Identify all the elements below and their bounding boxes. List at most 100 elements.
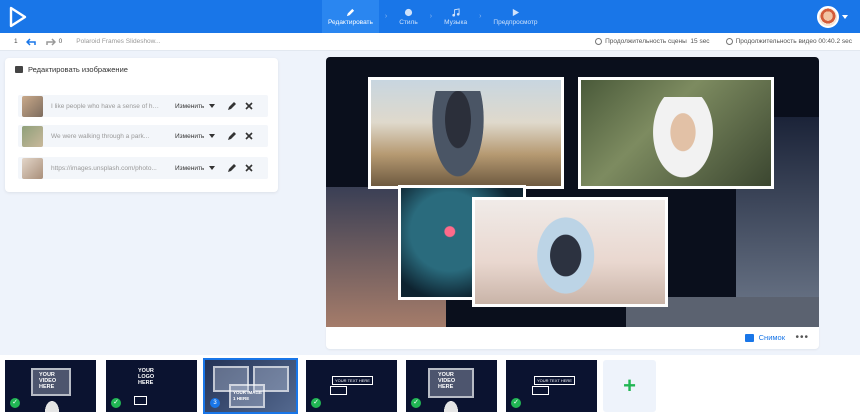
scene-thumbnail[interactable]: YOUR LOGO HERE ✓ — [106, 360, 197, 412]
slide-tagline — [134, 396, 147, 405]
photo-subject — [428, 91, 488, 186]
polaroid-frame — [578, 77, 774, 189]
app-logo-icon[interactable] — [8, 6, 28, 28]
check-icon: ✓ — [10, 398, 20, 408]
image-thumbnail[interactable] — [22, 157, 43, 179]
slide-tagline — [330, 386, 348, 395]
top-navbar: Редактировать › Стиль › Музыка › Предпро… — [0, 0, 860, 33]
scene-counter: 1 — [14, 38, 18, 45]
step-style-label: Стиль — [399, 18, 418, 26]
video-duration-value: 00:40.2 sec — [818, 38, 852, 46]
edit-icon[interactable] — [227, 101, 237, 111]
check-icon: ✓ — [511, 398, 521, 408]
add-scene-button[interactable]: + — [603, 360, 656, 412]
scene-thumbnail[interactable]: YOUR VIDEO HERE ✓ — [5, 360, 96, 412]
step-preview[interactable]: Предпросмотр — [487, 0, 543, 33]
image-icon — [744, 333, 754, 342]
pencil-icon — [346, 8, 355, 16]
slide-tagline — [532, 386, 550, 395]
step-music-label: Музыка — [444, 18, 468, 26]
undo-button[interactable] — [25, 37, 36, 46]
step-preview-label: Предпросмотр — [493, 18, 538, 26]
video-preview[interactable] — [326, 57, 819, 327]
change-button[interactable]: Изменить — [175, 103, 204, 110]
close-icon[interactable] — [244, 163, 254, 173]
scene-thumbnail[interactable]: YOUR TEXT HERE ✓ — [506, 360, 597, 412]
palette-icon — [404, 8, 413, 16]
polaroid-frame — [472, 197, 668, 307]
step-separator-icon: › — [429, 13, 433, 20]
redo-count: 0 — [58, 38, 63, 45]
video-duration: Продолжительность видео 00:40.2 sec — [725, 38, 852, 46]
chevron-down-icon[interactable] — [209, 104, 216, 108]
step-edit[interactable]: Редактировать — [322, 0, 379, 33]
slide-label: YOUR TEXT HERE — [534, 376, 575, 385]
slide-label: YOUR TEXT HERE — [332, 376, 373, 385]
photo-subject — [648, 97, 718, 185]
building-image — [442, 398, 460, 412]
slide-label: YOUR VIDEO HERE — [39, 372, 57, 390]
duration-info: Продолжительность сцены 15 sec Продолжит… — [595, 33, 852, 51]
scene-duration: Продолжительность сцены 15 sec — [595, 38, 710, 46]
preview-footer: Снимок ••• — [326, 327, 819, 349]
edit-image-panel: Редактировать изображение I like people … — [5, 58, 278, 192]
building-image — [43, 398, 61, 412]
clock-icon — [725, 38, 733, 46]
check-icon: ✓ — [411, 398, 421, 408]
panel-title: Редактировать изображение — [28, 65, 128, 74]
photo-subject — [536, 207, 602, 304]
step-style[interactable]: Стиль — [393, 0, 423, 33]
play-icon — [512, 8, 520, 16]
scene-duration-label: Продолжительность сцены — [605, 38, 687, 46]
image-thumbnail[interactable] — [22, 95, 43, 117]
more-options-icon[interactable]: ••• — [795, 332, 809, 343]
scene-thumbnail[interactable]: YOUR VIDEO HERE ✓ — [406, 360, 497, 412]
chevron-down-icon[interactable] — [209, 134, 216, 138]
image-row: We were walking through a park... Измени… — [18, 125, 268, 147]
close-icon[interactable] — [244, 101, 254, 111]
image-caption[interactable]: https://images.unsplash.com/photo... — [51, 165, 161, 172]
image-row: I like people who have a sense of humor.… — [18, 95, 268, 117]
music-icon — [452, 7, 460, 17]
step-edit-label: Редактировать — [328, 18, 373, 26]
undo-icon — [25, 37, 36, 46]
edit-icon[interactable] — [227, 131, 237, 141]
scene-number-badge: 3 — [210, 398, 220, 408]
image-row: https://images.unsplash.com/photo... Изм… — [18, 157, 268, 179]
image-icon — [15, 66, 23, 73]
scene-thumbnail[interactable]: YOUR TEXT HERE ✓ — [306, 360, 397, 412]
step-separator-icon: › — [384, 13, 388, 20]
close-icon[interactable] — [244, 131, 254, 141]
slide-label: YOUR IMAGE 1 HERE — [233, 390, 263, 401]
slide-label: YOUR VIDEO HERE — [438, 372, 456, 390]
polaroid-frame — [368, 77, 564, 189]
scene-filmstrip: YOUR VIDEO HERE ✓ YOUR LOGO HERE ✓ YOUR … — [0, 355, 860, 419]
check-icon: ✓ — [311, 398, 321, 408]
image-caption[interactable]: I like people who have a sense of humor.… — [51, 103, 161, 110]
snapshot-label: Снимок — [758, 333, 785, 342]
image-caption[interactable]: We were walking through a park... — [51, 133, 161, 140]
video-duration-label: Продолжительность видео — [735, 38, 817, 46]
change-button[interactable]: Изменить — [175, 133, 204, 140]
chevron-down-icon — [842, 15, 848, 19]
panel-header: Редактировать изображение — [15, 65, 128, 74]
slide-label: YOUR LOGO HERE — [138, 368, 155, 386]
clock-icon — [595, 38, 603, 46]
chevron-down-icon[interactable] — [209, 166, 216, 170]
snapshot-button[interactable]: Снимок — [744, 333, 785, 342]
edit-icon[interactable] — [227, 163, 237, 173]
scene-duration-value: 15 sec — [690, 38, 710, 46]
wizard-steps: Редактировать › Стиль › Музыка › Предпро… — [322, 0, 544, 33]
image-thumbnail[interactable] — [22, 125, 43, 147]
step-music[interactable]: Музыка — [438, 0, 473, 33]
step-separator-icon: › — [479, 13, 482, 20]
check-icon: ✓ — [111, 398, 121, 408]
change-button[interactable]: Изменить — [175, 165, 204, 172]
editor-toolbar: 1 0 Polaroid Frames Slideshow... Продолж… — [0, 33, 860, 51]
avatar[interactable] — [817, 6, 839, 28]
scene-thumbnail-selected[interactable]: YOUR IMAGE 1 HERE 3 — [203, 358, 298, 414]
redo-icon — [45, 37, 56, 46]
user-menu[interactable] — [817, 6, 848, 28]
redo-button[interactable]: 0 — [45, 37, 63, 46]
project-title[interactable]: Polaroid Frames Slideshow... — [76, 38, 160, 45]
